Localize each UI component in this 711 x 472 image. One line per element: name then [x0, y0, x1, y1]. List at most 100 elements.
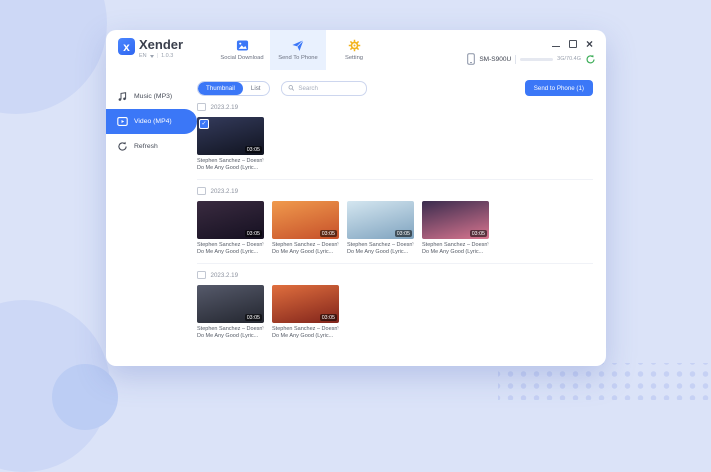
divider: |	[156, 53, 159, 59]
background-circle	[0, 0, 107, 114]
search-input[interactable]	[298, 84, 360, 92]
video-title-line2: Do Me Any Good (Lyric...	[272, 333, 334, 339]
video-icon	[117, 117, 128, 126]
video-card[interactable]: 03:05 Stephen Sanchez – Doesn't Do Me An…	[197, 201, 264, 256]
app-name: Xender	[139, 37, 184, 52]
section-header: 2023.2.19	[197, 98, 593, 116]
section-checkbox[interactable]	[197, 270, 206, 280]
video-thumbnail[interactable]: 03:05	[347, 201, 414, 239]
video-card[interactable]: 03:05 Stephen Sanchez – Doesn't Do Me An…	[347, 201, 414, 256]
section-cards: 03:05 Stephen Sanchez – Doesn't Do Me An…	[197, 285, 593, 340]
video-duration: 03:05	[319, 314, 337, 321]
paper-plane-icon	[292, 39, 304, 51]
video-title-line1: Stephen Sanchez – Doesn't	[272, 242, 339, 248]
video-title: Stephen Sanchez – Doesn't Do Me Any Good…	[347, 242, 414, 256]
video-title-line1: Stephen Sanchez – Doesn't	[197, 326, 264, 332]
video-title-line2: Do Me Any Good (Lyric...	[272, 249, 334, 255]
section-header: 2023.2.19	[197, 266, 593, 284]
video-thumbnail[interactable]: ✓ 03:05	[197, 117, 264, 155]
video-section: 2023.2.19 03:05 Stephen Sanchez – Doesn'…	[197, 179, 593, 256]
video-selected-check[interactable]: ✓	[199, 119, 209, 129]
tab-send-to-phone[interactable]: Send To Phone	[270, 30, 326, 70]
section-date: 2023.2.19	[210, 271, 239, 279]
video-section: 2023.2.19 ✓ 03:05 Stephen Sanchez – Does…	[197, 98, 593, 172]
tab-label: Send To Phone	[278, 55, 318, 61]
video-duration: 03:05	[244, 314, 262, 321]
video-title-line2: Do Me Any Good (Lyric...	[197, 333, 259, 339]
send-to-phone-button[interactable]: Send to Phone (1)	[524, 80, 593, 96]
video-card[interactable]: 03:05 Stephen Sanchez – Doesn't Do Me An…	[422, 201, 489, 256]
app-brand: x Xender EN | 1.0.3	[118, 37, 183, 60]
close-button[interactable]: ×	[586, 38, 593, 50]
video-title-line2: Do Me Any Good (Lyric...	[347, 249, 409, 255]
video-thumbnail[interactable]: 03:05	[197, 201, 264, 239]
phone-icon	[467, 53, 476, 65]
video-title-line2: Do Me Any Good (Lyric...	[197, 249, 259, 255]
refresh-icon	[118, 141, 127, 151]
video-section: 2023.2.19 03:05 Stephen Sanchez – Doesn'…	[197, 263, 593, 340]
video-duration: 03:05	[319, 230, 337, 237]
video-title: Stephen Sanchez – Doesn't Do Me Any Good…	[197, 326, 264, 340]
section-checkbox[interactable]	[197, 102, 206, 112]
section-cards: 03:05 Stephen Sanchez – Doesn't Do Me An…	[197, 201, 593, 256]
video-thumbnail[interactable]: 03:05	[197, 285, 264, 323]
video-thumbnail[interactable]: 03:05	[422, 201, 489, 239]
window-controls: ×	[551, 38, 593, 50]
video-title-line1: Stephen Sanchez – Doesn't	[347, 242, 414, 248]
sidebar-item-video[interactable]: Video (MP4)	[106, 109, 197, 134]
main-tabs: Social Download Send To Phone Setting	[214, 30, 382, 70]
search-icon	[288, 85, 294, 91]
tab-setting[interactable]: Setting	[326, 30, 382, 70]
image-icon	[236, 40, 248, 51]
video-title: Stephen Sanchez – Doesn't Do Me Any Good…	[422, 242, 489, 256]
video-title: Stephen Sanchez – Doesn't Do Me Any Good…	[197, 242, 264, 256]
connected-device: SM-S900U 3G/70.4G	[467, 53, 596, 65]
language-selector[interactable]: EN	[139, 52, 147, 60]
video-title-line1: Stephen Sanchez – Doesn't	[197, 158, 264, 164]
maximize-button[interactable]	[568, 40, 577, 48]
background-dot-grid	[498, 363, 711, 400]
video-title: Stephen Sanchez – Doesn't Do Me Any Good…	[197, 158, 264, 172]
tab-social-download[interactable]: Social Download	[214, 30, 270, 70]
sidebar-item-label: Refresh	[134, 143, 158, 150]
video-thumbnail[interactable]: 03:05	[272, 201, 339, 239]
sidebar-item-music[interactable]: Music (MP3)	[106, 84, 192, 109]
app-version: 1.0.3	[161, 53, 174, 59]
video-sections: 2023.2.19 ✓ 03:05 Stephen Sanchez – Does…	[197, 98, 593, 340]
window-header: x Xender EN | 1.0.3 Social Download Send…	[106, 30, 606, 70]
section-cards: ✓ 03:05 Stephen Sanchez – Doesn't Do Me …	[197, 117, 593, 172]
section-header: 2023.2.19	[197, 182, 593, 200]
minimize-button[interactable]	[551, 45, 560, 47]
device-sync-icon[interactable]	[585, 54, 596, 65]
device-storage: 3G/70.4G	[557, 56, 581, 62]
video-duration: 03:05	[394, 230, 412, 237]
background-circle	[52, 364, 118, 430]
xender-logo-icon: x	[118, 38, 135, 55]
divider	[515, 54, 517, 64]
gear-icon	[348, 39, 360, 52]
video-card[interactable]: ✓ 03:05 Stephen Sanchez – Doesn't Do Me …	[197, 117, 264, 172]
video-duration: 03:05	[244, 230, 262, 237]
video-duration: 03:05	[244, 146, 262, 153]
video-title-line1: Stephen Sanchez – Doesn't	[272, 326, 339, 332]
section-checkbox[interactable]	[197, 186, 206, 196]
sidebar-item-refresh[interactable]: Refresh	[106, 134, 192, 159]
video-card[interactable]: 03:05 Stephen Sanchez – Doesn't Do Me An…	[197, 285, 264, 340]
video-title-line2: Do Me Any Good (Lyric...	[197, 165, 259, 171]
video-thumbnail[interactable]: 03:05	[272, 285, 339, 323]
video-title-line2: Do Me Any Good (Lyric...	[422, 249, 484, 255]
search-box	[280, 80, 367, 96]
music-note-icon	[118, 92, 127, 101]
video-card[interactable]: 03:05 Stephen Sanchez – Doesn't Do Me An…	[272, 285, 339, 340]
sidebar: Music (MP3) Video (MP4) Refresh	[106, 70, 197, 366]
tab-label: Social Download	[220, 55, 264, 61]
view-thumbnail-button[interactable]: Thumbnail	[198, 81, 243, 95]
device-name: SM-S900U	[479, 55, 512, 63]
video-card[interactable]: 03:05 Stephen Sanchez – Doesn't Do Me An…	[272, 201, 339, 256]
tab-label: Setting	[344, 55, 364, 61]
view-toggle: Thumbnail List	[197, 80, 270, 96]
view-list-button[interactable]: List	[243, 82, 269, 95]
app-window: x Xender EN | 1.0.3 Social Download Send…	[106, 30, 606, 366]
section-date: 2023.2.19	[210, 103, 239, 111]
content-toolbar: Thumbnail List Send to Phone (1)	[197, 80, 593, 96]
